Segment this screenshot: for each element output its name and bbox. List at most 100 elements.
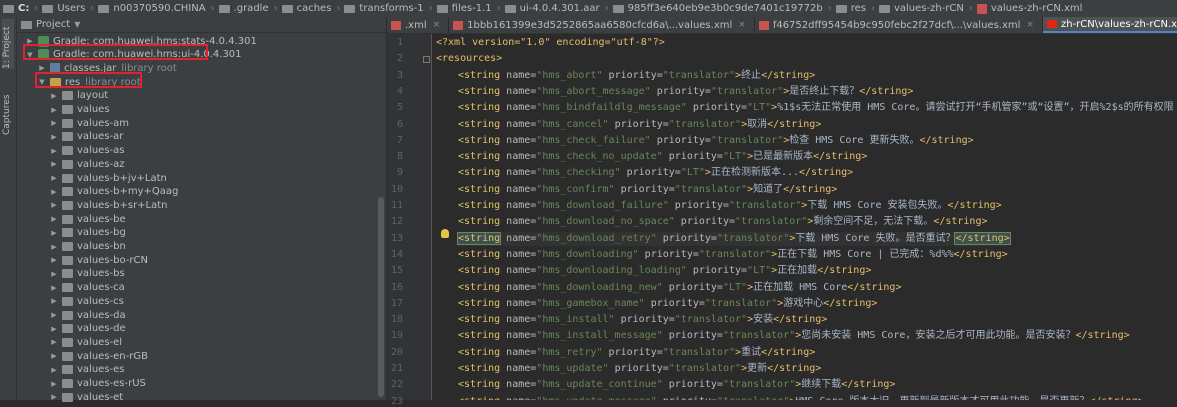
collapsed-arrow-icon[interactable]: ▶ — [49, 338, 59, 346]
folder-icon — [612, 4, 624, 13]
project-panel-header[interactable]: Project ▼ — [17, 17, 386, 33]
string-close-tag: </string> — [799, 167, 854, 179]
collapsed-arrow-icon[interactable]: ▶ — [49, 92, 59, 100]
breadcrumb-item[interactable]: values-zh-rCN.xml — [974, 3, 1087, 14]
tree-node-label: values-am — [77, 117, 130, 129]
folder-icon — [62, 379, 73, 388]
collapsed-arrow-icon[interactable]: ▶ — [49, 215, 59, 223]
tree-node[interactable]: ▶ values-ca — [49, 281, 124, 295]
tree-node[interactable]: ▶ values-et — [49, 390, 123, 404]
editor-tab[interactable]: .xml × — [387, 17, 450, 33]
tree-node[interactable]: ▶ layout — [49, 89, 108, 103]
collapsed-arrow-icon[interactable]: ▶ — [49, 284, 59, 292]
attr-value: hms_download_no_space — [542, 216, 669, 228]
collapsed-arrow-icon[interactable]: ▶ — [49, 201, 59, 209]
folder-icon — [62, 351, 73, 361]
project-tool-tab[interactable]: 1: Project — [2, 19, 14, 69]
collapsed-arrow-icon[interactable]: ▶ — [49, 188, 59, 196]
collapsed-arrow-icon[interactable]: ▶ — [49, 243, 59, 251]
folder-icon — [62, 283, 73, 293]
tree-node[interactable]: ▶ values-be — [49, 212, 125, 226]
fold-marker-icon[interactable] — [423, 56, 430, 64]
string-open-tag: <string — [458, 102, 501, 114]
attr-name: name= — [500, 314, 537, 326]
tree-node-label: values-cs — [77, 295, 124, 307]
attr-name: name= — [500, 216, 537, 228]
tree-node[interactable]: ▶ values — [49, 103, 109, 117]
tree-node[interactable]: ▶ values-bg — [49, 226, 126, 240]
collapsed-arrow-icon[interactable]: ▶ — [49, 325, 59, 333]
collapsed-arrow-icon[interactable]: ▶ — [49, 106, 59, 114]
captures-tool-tab[interactable]: Captures — [2, 85, 14, 135]
attr-name: priority= — [662, 151, 723, 163]
breadcrumb-item[interactable]: transforms-1 — [341, 3, 427, 14]
line-number: 16 — [390, 281, 403, 293]
collapsed-arrow-icon[interactable]: ▶ — [49, 256, 59, 264]
breadcrumb-item[interactable]: files-1.1 — [434, 3, 496, 14]
folder-icon — [878, 4, 890, 13]
breadcrumb-item[interactable]: res — [833, 3, 870, 14]
collapsed-arrow-icon[interactable]: ▶ — [49, 147, 59, 155]
close-icon[interactable]: × — [433, 20, 441, 30]
tree-node[interactable]: ▶ values-de — [49, 322, 125, 336]
tree-node[interactable]: ▶ values-as — [49, 144, 124, 158]
tree-node[interactable]: ▶ values-bs — [49, 267, 124, 281]
code-line: <string name="hms_update_continue" prior… — [458, 378, 895, 392]
breadcrumb-item[interactable]: values-zh-rCN — [876, 3, 968, 14]
tree-node[interactable]: ▶ values-el — [49, 335, 122, 349]
tree-node[interactable]: ▶ values-es — [49, 363, 124, 377]
attr-value: LT — [728, 151, 742, 163]
collapsed-arrow-icon[interactable]: ▶ — [49, 174, 59, 182]
breadcrumb-item[interactable]: ui-4.0.4.301.aar — [502, 3, 604, 14]
tree-node[interactable]: ▶ values-b+my+Qaag — [49, 185, 178, 199]
chevron-down-icon[interactable]: ▼ — [74, 20, 80, 29]
editor-tab[interactable]: zh-rCN\values-zh-rCN.xml× — [1042, 17, 1177, 33]
tree-node[interactable]: ▶ values-bo-rCN — [49, 253, 148, 267]
attr-name: priority= — [686, 102, 748, 114]
collapsed-arrow-icon[interactable]: ▶ — [49, 270, 59, 278]
tree-node[interactable]: ▶ values-en-rGB — [49, 349, 148, 363]
collapsed-arrow-icon[interactable]: ▶ — [49, 366, 59, 374]
editor-tab[interactable]: 1bbb161399e3d5252865aa6580cfcd6a\...valu… — [449, 17, 755, 33]
string-close-tag: </string> — [767, 363, 822, 374]
line-number: 23 — [390, 395, 403, 407]
breadcrumb-item[interactable]: Users — [39, 3, 89, 14]
folder-icon — [62, 132, 73, 142]
breadcrumb-item[interactable]: n00370590.CHINA — [95, 3, 209, 14]
line-number: 14 — [390, 248, 403, 260]
string-open-tag: <string — [458, 69, 501, 81]
close-icon[interactable]: × — [1026, 20, 1034, 30]
close-icon[interactable]: × — [738, 20, 746, 30]
tree-node[interactable]: ▶ values-b+jv+Latn — [49, 171, 167, 185]
tree-node[interactable]: ▶ values-cs — [49, 294, 124, 308]
tree-node[interactable]: ▶ values-am — [49, 116, 129, 130]
breadcrumb-item[interactable]: caches — [279, 3, 336, 14]
collapsed-arrow-icon[interactable]: ▶ — [49, 119, 59, 127]
collapsed-arrow-icon[interactable]: ▶ — [49, 297, 59, 305]
editor-tab[interactable]: f46752dff95454b9c950febc2f27dcf\...\valu… — [755, 17, 1043, 33]
tree-node[interactable]: ▶ values-az — [49, 157, 124, 171]
breadcrumb-separator-icon: › — [428, 3, 433, 14]
collapsed-arrow-icon[interactable]: ▶ — [49, 311, 59, 319]
breadcrumb-item[interactable]: 985ff3e640eb9e3b0c9de7401c19772b — [610, 3, 827, 14]
collapsed-arrow-icon[interactable]: ▶ — [49, 133, 59, 141]
collapsed-arrow-icon[interactable]: ▶ — [49, 380, 59, 388]
code-editor[interactable]: <?xml version="1.0" encoding="utf-8"?> <r… — [432, 34, 1177, 400]
attr-name: name= — [500, 396, 536, 400]
code-line: <string name="hms_update" priority="tran… — [458, 362, 821, 376]
project-scrollbar[interactable] — [378, 197, 384, 397]
tree-node[interactable]: ▶ values-b+sr+Latn — [49, 198, 167, 212]
tree-node[interactable]: ▶ values-es-rUS — [49, 377, 146, 391]
breadcrumb-item[interactable]: .gradle — [216, 3, 273, 14]
string-value: 下载 HMS Core 安装包失败。 — [807, 200, 948, 211]
collapsed-arrow-icon[interactable]: ▶ — [49, 229, 59, 237]
breadcrumb-item[interactable]: C: — [0, 3, 33, 14]
tree-node[interactable]: ▶ values-bn — [49, 240, 126, 254]
collapsed-arrow-icon[interactable]: ▶ — [49, 352, 59, 360]
tree-node-label: values-es-rUS — [77, 378, 146, 389]
tree-node[interactable]: ▶ values-ar — [49, 130, 123, 144]
code-line: <string name="hms_confirm" priority="tra… — [458, 183, 837, 197]
collapsed-arrow-icon[interactable]: ▶ — [49, 160, 59, 168]
tree-node[interactable]: ▶ values-da — [49, 308, 125, 322]
line-number: 10 — [390, 183, 403, 195]
